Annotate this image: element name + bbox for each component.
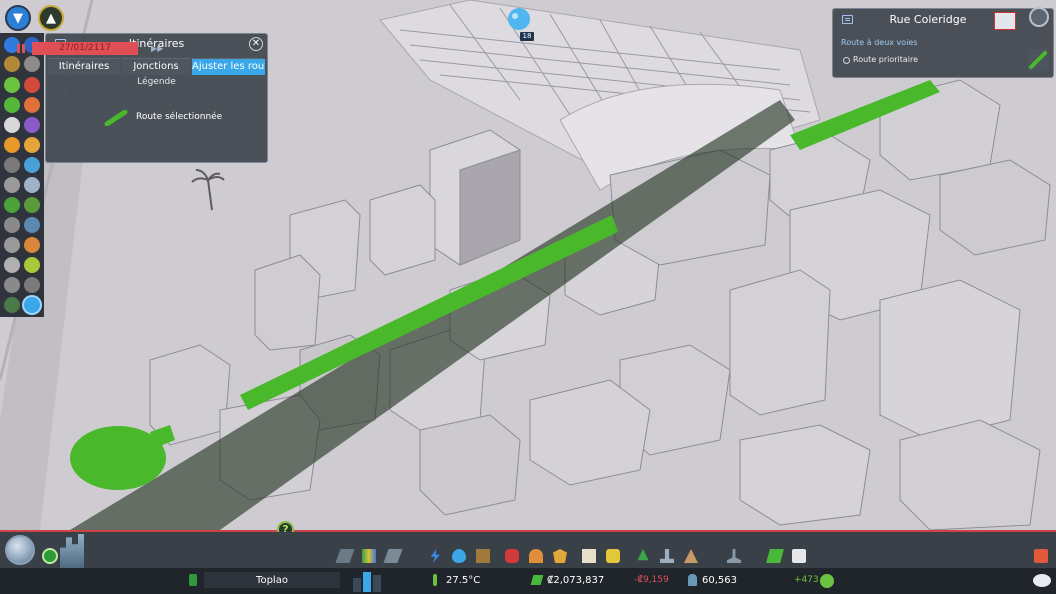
noise-icon[interactable] [4,137,20,153]
game-date: 27/01/2117 [59,43,111,53]
health-tool-icon[interactable] [505,549,519,563]
maintenance-icon[interactable] [4,257,20,273]
chirper-icon[interactable] [42,548,58,564]
tab-ajuster-routes[interactable]: Ajuster les routes [192,58,265,75]
happiness-face-icon[interactable] [820,574,834,588]
education-icon[interactable] [24,56,40,72]
district-icon[interactable] [24,257,40,273]
road-info-panel: Rue Coleridge Route à deux voies Route p… [832,7,1054,78]
citizen-count: 18 [522,32,532,40]
money-delta: -₡9,159 [634,575,669,585]
pause-icon[interactable] [16,44,26,53]
tourism-icon[interactable] [4,277,20,293]
traffic-icon[interactable] [24,97,40,113]
garbage-icon[interactable] [4,56,20,72]
ground-icon[interactable] [4,237,20,253]
city-name: Toplao [256,575,288,586]
fire-icon[interactable] [24,137,40,153]
tab-jonctions[interactable]: Jonctions [122,58,190,75]
thermometer-icon [433,574,437,586]
landvalue-icon[interactable] [4,97,20,113]
happiness-icon[interactable] [4,77,20,93]
selected-road-swatch-icon [104,110,128,126]
road-segment-icon[interactable] [1027,49,1049,71]
priority-road-radio[interactable] [843,57,850,64]
advisor-icon[interactable]: ▲ [38,5,64,31]
terrain-icon[interactable] [24,277,40,293]
money-balance: ₡2,073,837 [547,575,605,586]
legend-title: Légende [137,77,176,87]
road-type: Route à deux voies [841,38,918,47]
city-menu-icon[interactable] [5,535,35,565]
road-icon[interactable] [4,217,20,233]
left-toolbar [0,33,44,317]
status-row [0,568,1056,594]
car-icon[interactable] [4,117,20,133]
pollution-icon[interactable] [24,117,40,133]
wind-icon[interactable] [24,177,40,193]
bulldozer-tool-icon[interactable] [1034,549,1048,563]
chat-icon[interactable] [1033,574,1051,587]
nature-icon[interactable] [24,197,40,213]
garbage-tool-icon[interactable] [476,549,490,563]
speed-icon[interactable] [4,297,20,313]
zoning-tool-icon[interactable] [362,549,376,563]
transport-tool-icon[interactable] [606,549,620,563]
unlock-icon[interactable]: ▼ [5,5,31,31]
population-delta: +473 [794,575,819,585]
water-tool-icon[interactable] [452,549,466,563]
fire-tool-icon[interactable] [529,549,543,563]
temperature: 27.5°C [446,575,481,586]
population-icon [688,574,697,586]
road-settings-icon[interactable] [1029,7,1049,27]
speed-control-icon[interactable]: ▶▶ [151,44,169,53]
routes-icon[interactable] [24,297,40,313]
legend-item-label: Route sélectionnée [136,112,223,122]
tool-row [0,532,1056,568]
education-tool-icon[interactable] [582,549,596,563]
heating-icon[interactable] [24,237,40,253]
city-info-icon[interactable] [189,574,197,586]
population-bars-icon[interactable] [353,570,386,592]
road-thumbnail [994,12,1016,30]
population-icon[interactable] [4,177,20,193]
money-icon[interactable] [4,197,20,213]
transport-icon[interactable] [24,157,40,173]
clock-icon[interactable] [24,217,40,233]
health-icon[interactable] [24,77,40,93]
population-count: 60,563 [702,575,737,586]
bottom-toolbar [0,532,1056,594]
priority-road-label: Route prioritaire [853,55,919,64]
checklist-tool-icon[interactable] [792,549,806,563]
tab-itineraires[interactable]: Itinéraires [48,58,120,75]
close-icon[interactable]: ✕ [249,37,263,51]
crime-icon[interactable] [4,157,20,173]
